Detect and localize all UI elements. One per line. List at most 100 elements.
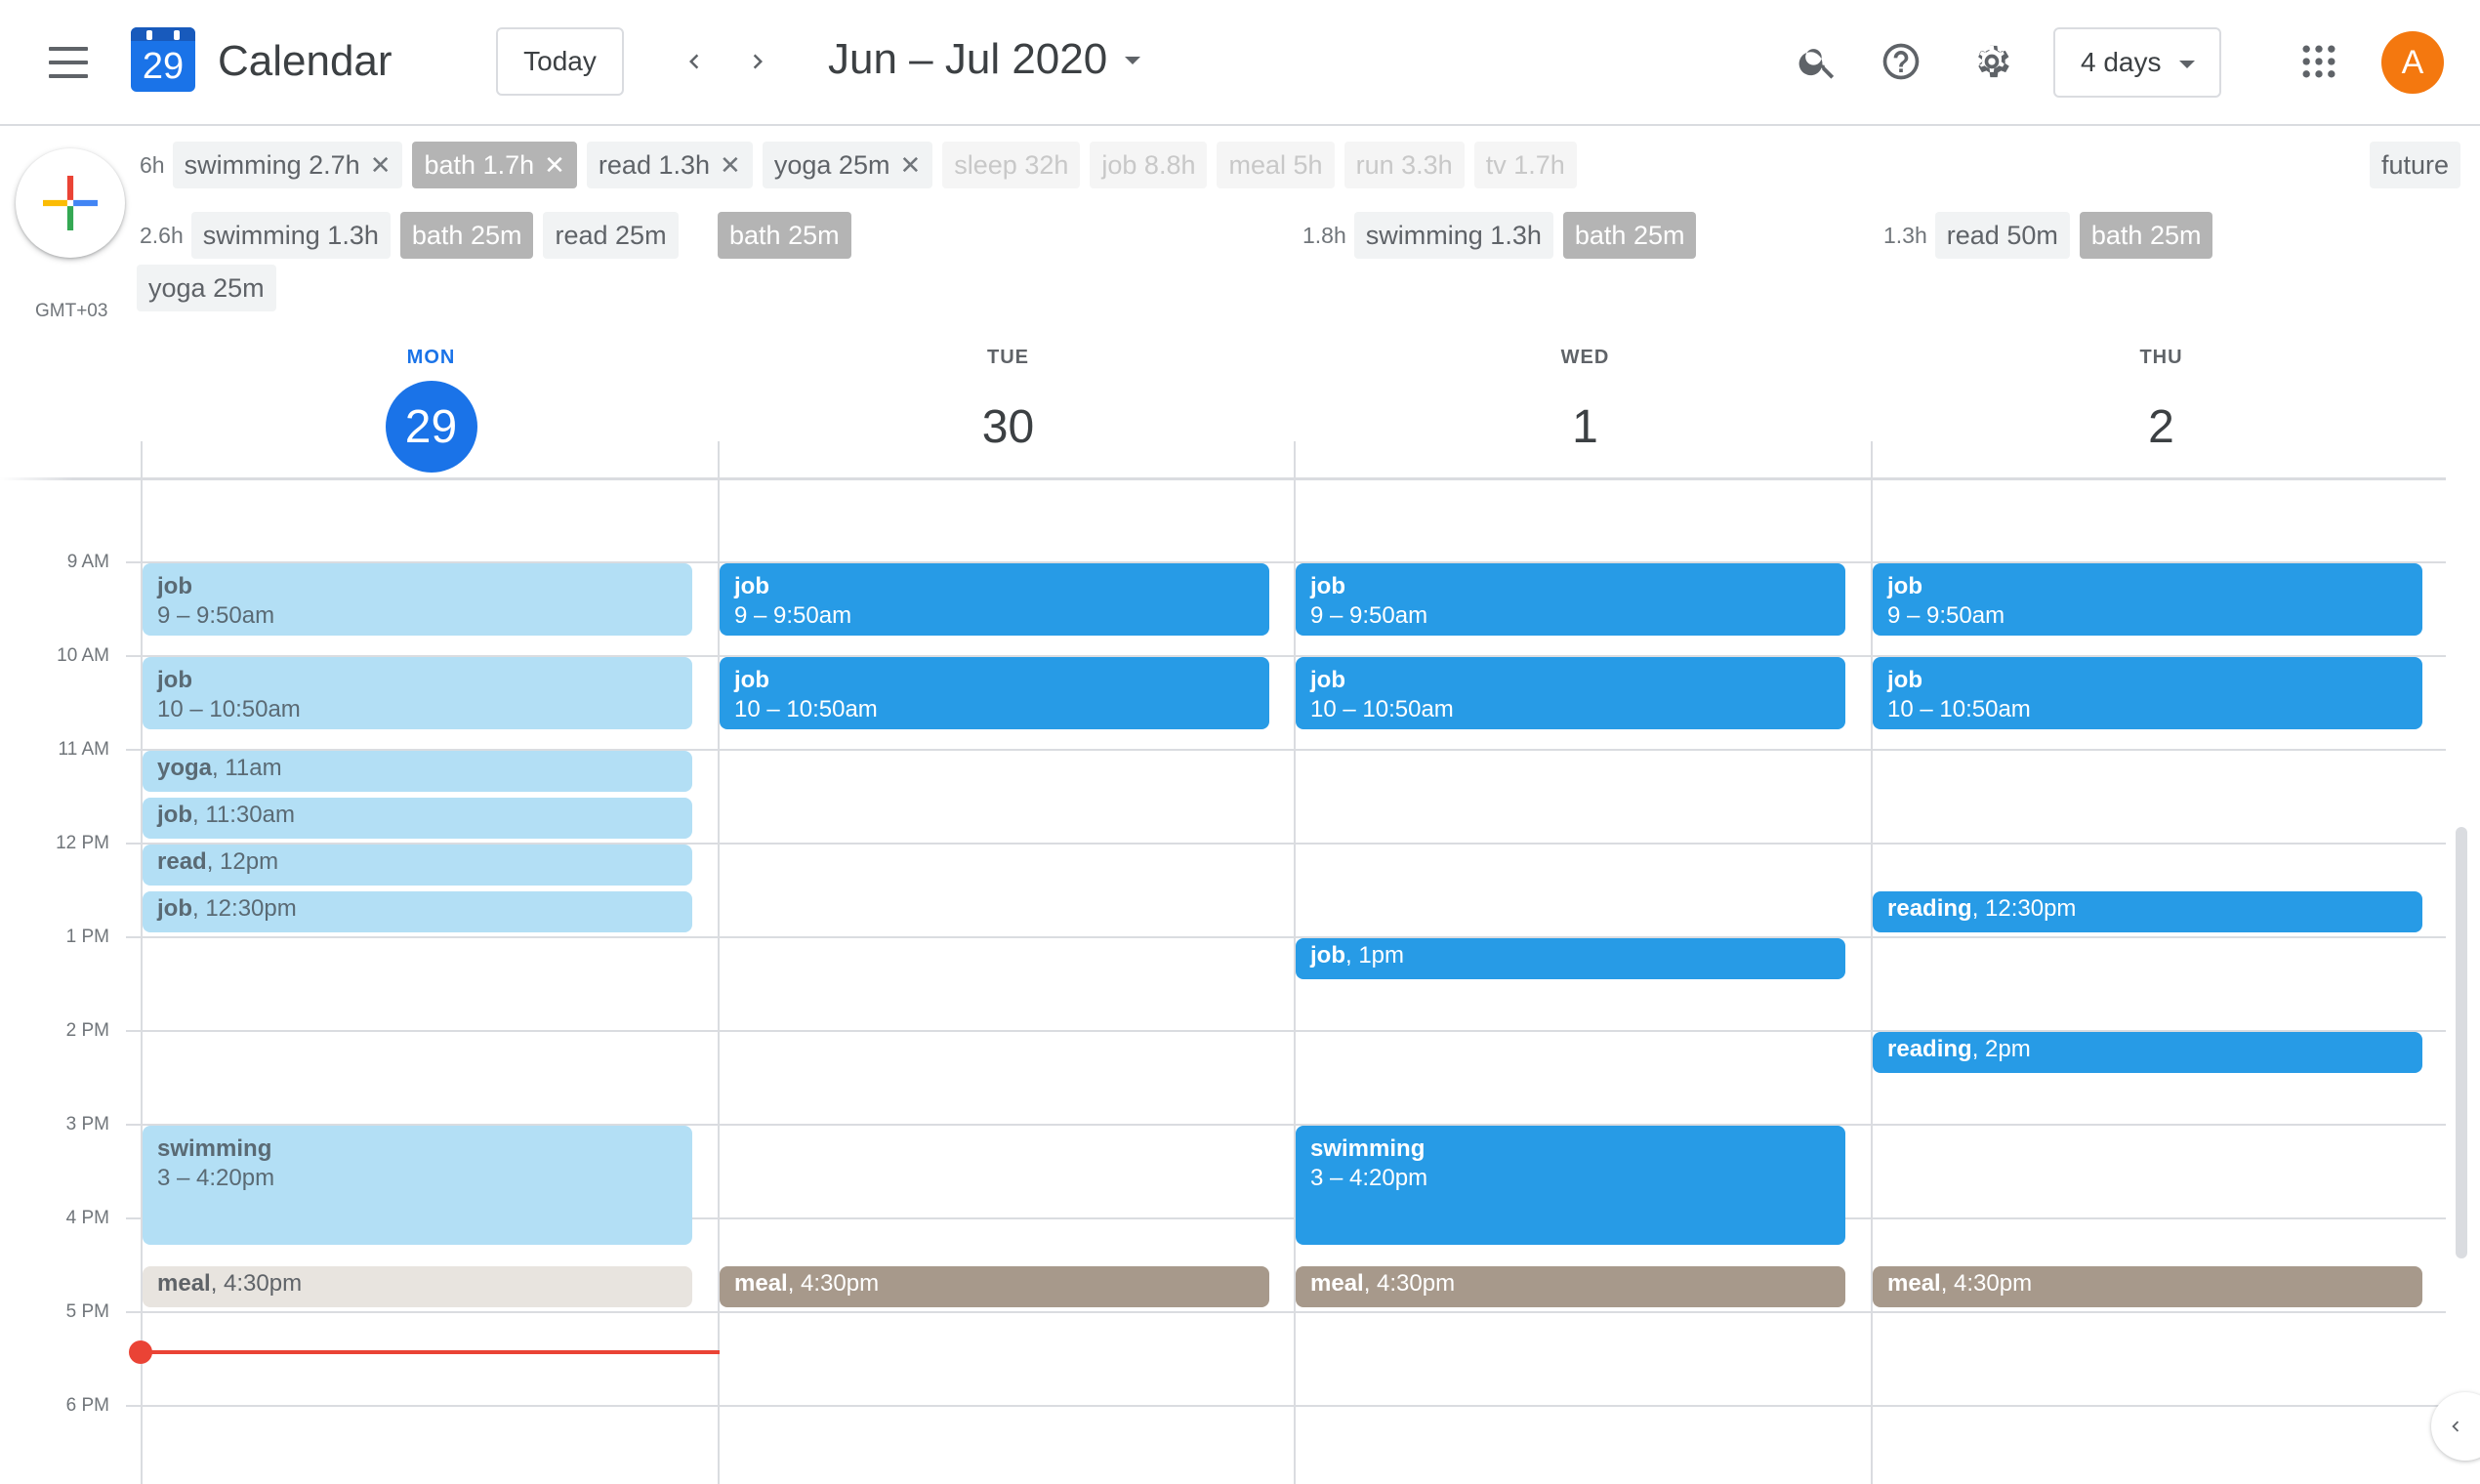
event-job[interactable]: job 10 – 10:50am [1873,657,2422,729]
previous-period-button[interactable] [672,39,717,84]
event-time: , 1pm [1345,942,1405,969]
chip-value: 2.7h [309,149,360,180]
day-header-wed[interactable]: WED 1 [1297,347,1874,473]
date-range-title[interactable]: Jun – Jul 2020 [828,35,1107,84]
range-summary-row: 6h swimming 2.7h ✕ bath 1.7h ✕ read 1.3h… [140,142,1587,188]
event-job[interactable]: job, 12:30pm [143,891,692,932]
summary-chip-job[interactable]: job 8.8h [1090,142,1208,188]
search-button[interactable] [1792,35,1844,88]
event-job[interactable]: job 10 – 10:50am [720,657,1269,729]
event-time: 10 – 10:50am [1310,696,1454,722]
day-number[interactable]: 29 [385,381,477,473]
event-reading[interactable]: reading, 12:30pm [1873,891,2422,932]
day-header-mon[interactable]: MON 29 [143,347,720,473]
event-time: 10 – 10:50am [157,696,301,722]
event-time: , 11:30am [192,802,295,828]
event-reading[interactable]: reading, 2pm [1873,1032,2422,1073]
event-title: job [157,895,192,922]
future-filter-chip[interactable]: future [2370,142,2461,188]
summary-chip-run[interactable]: run 3.3h [1343,142,1465,188]
chip-value: 1.7h [482,149,535,180]
close-icon[interactable]: ✕ [899,150,921,181]
event-meal[interactable]: meal, 4:30pm [720,1266,1269,1307]
close-icon[interactable]: ✕ [720,150,741,181]
hour-label: 4 PM [65,1208,109,1228]
settings-button[interactable] [1965,35,2018,88]
summary-chip-tv[interactable]: tv 1.7h [1473,142,1577,188]
day-chip-bath[interactable]: bath 25m [718,212,851,259]
summary-chip-read[interactable]: read 1.3h ✕ [586,142,753,188]
event-meal[interactable]: meal, 4:30pm [1296,1266,1845,1307]
day-chip-bath[interactable]: bath 25m [2079,212,2213,259]
chip-value: 25m [2149,220,2202,250]
event-swimming[interactable]: swimming 3 – 4:20pm [143,1126,692,1245]
event-time: , 12pm [206,848,279,875]
event-job[interactable]: job 9 – 9:50am [720,563,1269,636]
today-button[interactable]: Today [496,27,624,96]
event-time: 3 – 4:20pm [1310,1165,1428,1191]
hamburger-menu-icon [49,47,88,51]
google-apps-button[interactable] [2293,35,2345,88]
summary-chip-swimming[interactable]: swimming 2.7h ✕ [172,142,403,188]
view-selector[interactable]: 4 days [2053,27,2221,98]
gear-icon [1978,45,2009,78]
event-read[interactable]: read, 12pm [143,845,692,886]
day-chip-swimming[interactable]: swimming 1.3h [1353,212,1553,259]
event-title: meal [157,1270,211,1297]
event-title: swimming [1310,1135,1426,1162]
event-meal[interactable]: meal, 4:30pm [143,1266,692,1307]
event-job[interactable]: job 9 – 9:50am [1296,563,1845,636]
day-number[interactable]: 2 [2116,381,2208,473]
event-time: 9 – 9:50am [734,602,852,629]
event-yoga[interactable]: yoga, 11am [143,751,692,792]
main-menu-button[interactable] [49,47,88,78]
event-title: job [157,802,192,828]
event-time: 10 – 10:50am [734,696,878,722]
event-job[interactable]: job, 11:30am [143,798,692,839]
event-swimming[interactable]: swimming 3 – 4:20pm [1296,1126,1845,1245]
event-time: , 4:30pm [787,1270,880,1297]
hour-gridline [126,1405,2446,1407]
event-title: job [1310,942,1345,969]
event-title: job [1887,573,1922,599]
day-header-tue[interactable]: TUE 30 [720,347,1297,473]
day-chip-swimming[interactable]: swimming 1.3h [190,212,391,259]
event-job[interactable]: job, 1pm [1296,938,1845,979]
calendar-logo[interactable]: 29 [131,27,195,92]
event-title: job [734,667,769,693]
day-total: 1.3h [1883,222,1927,248]
caret-down-icon[interactable] [1123,55,1142,66]
event-job[interactable]: job 10 – 10:50am [1296,657,1845,729]
view-selector-label: 4 days [2081,47,2162,77]
event-job[interactable]: job 9 – 9:50am [1873,563,2422,636]
close-icon[interactable]: ✕ [544,150,565,181]
day-chip-bath[interactable]: bath 25m [399,212,534,259]
day-chip-yoga[interactable]: yoga 25m [137,265,276,311]
day-header-thu[interactable]: THU 2 [1873,347,2450,473]
event-meal[interactable]: meal, 4:30pm [1873,1266,2422,1307]
vertical-scrollbar[interactable] [2456,827,2467,1258]
event-job[interactable]: job 10 – 10:50am [143,657,692,729]
day-chip-bath[interactable]: bath 25m [1562,212,1697,259]
day-chip-read[interactable]: read 25m [543,212,679,259]
logo-ring [174,30,180,40]
event-time: , 4:30pm [1940,1270,2033,1297]
event-job[interactable]: job 9 – 9:50am [143,563,692,636]
summary-chip-meal[interactable]: meal 5h [1217,142,1335,188]
timezone-label: GMT+03 [35,301,108,321]
summary-chip-bath[interactable]: bath 1.7h ✕ [412,142,577,188]
summary-chip-yoga[interactable]: yoga 25m ✕ [762,142,933,188]
close-icon[interactable]: ✕ [370,150,392,181]
help-button[interactable] [1875,35,1927,88]
day-summary-wed: 1.8h swimming 1.3h bath 25m [1302,212,1706,259]
day-number[interactable]: 30 [963,381,1054,473]
chip-value: 1.3h [327,220,379,250]
create-event-button[interactable] [16,148,125,258]
account-avatar[interactable]: A [2381,31,2444,94]
next-period-button[interactable] [735,39,780,84]
side-panel-toggle[interactable] [2431,1392,2480,1461]
summary-chip-sleep[interactable]: sleep 32h [942,142,1081,188]
day-number[interactable]: 1 [1540,381,1632,473]
day-chip-read[interactable]: read 50m [1934,212,2070,259]
event-time: , 11am [212,755,282,781]
